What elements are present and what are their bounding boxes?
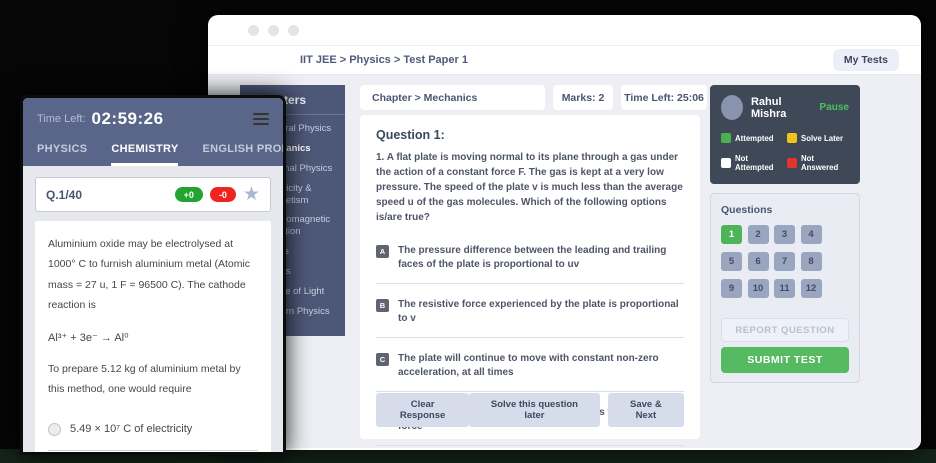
question-number-5[interactable]: 5 bbox=[721, 252, 742, 271]
question-number-3[interactable]: 3 bbox=[774, 225, 795, 244]
mobile-option-text-1: 5.49 × 10⁷ C of electricity bbox=[70, 423, 192, 435]
question-footer: Clear Response Solve this question later… bbox=[376, 393, 684, 427]
question-card: Question 1: 1. A flat plate is moving no… bbox=[360, 115, 700, 439]
legend-label: Not Answered bbox=[801, 154, 849, 172]
not-answered-swatch bbox=[787, 158, 797, 168]
solve-later-button[interactable]: Solve this question later bbox=[469, 393, 600, 427]
mobile-option-row-1[interactable]: 5.49 × 10⁷ C of electricity bbox=[48, 414, 258, 451]
clear-response-button[interactable]: Clear Response bbox=[376, 393, 469, 427]
questions-panel-title: Questions bbox=[721, 204, 849, 216]
option-text-c: The plate will continue to move with con… bbox=[398, 352, 684, 380]
legend-label: Solve Later bbox=[801, 134, 843, 143]
option-letter-c: C bbox=[376, 353, 389, 366]
tab-chemistry[interactable]: CHEMISTRY bbox=[111, 143, 178, 166]
mobile-question-text-2: To prepare 5.12 kg of aluminium metal by… bbox=[48, 359, 258, 400]
composite-background: IIT JEE > Physics > Test Paper 1 My Test… bbox=[0, 0, 936, 463]
legend-label: Not Attempted bbox=[735, 154, 783, 172]
question-number-11[interactable]: 11 bbox=[774, 279, 795, 298]
question-text: 1. A flat plate is moving normal to its … bbox=[376, 150, 684, 225]
legend-label: Attempted bbox=[735, 134, 774, 143]
tab-english-proficiency[interactable]: ENGLISH PROFICIENCY bbox=[202, 143, 286, 166]
window-dot-icon bbox=[268, 25, 279, 36]
breadcrumb[interactable]: IIT JEE > Physics > Test Paper 1 bbox=[300, 54, 468, 66]
option-row-a[interactable]: A The pressure difference between the le… bbox=[376, 238, 684, 284]
negative-marks-badge: -0 bbox=[210, 187, 236, 202]
option-text-a: The pressure difference between the lead… bbox=[398, 244, 684, 272]
report-question-button[interactable]: REPORT QUESTION bbox=[721, 318, 849, 342]
positive-marks-badge: +0 bbox=[175, 187, 203, 202]
mobile-options-list: 5.49 × 10⁷ C of electricity 5.49 × 10⁴ C… bbox=[48, 414, 258, 455]
solve-later-swatch bbox=[787, 133, 797, 143]
status-legend: Attempted Solve Later Not Attempted Not … bbox=[721, 133, 849, 172]
not-attempted-swatch bbox=[721, 158, 731, 168]
chapter-breadcrumb-bar: Chapter > Mechanics bbox=[360, 85, 545, 110]
option-letter-a: A bbox=[376, 245, 389, 258]
cathode-reaction-formula: Al³⁺ + 3e⁻ → Al⁰ bbox=[48, 331, 258, 344]
save-next-button[interactable]: Save & Next bbox=[608, 393, 684, 427]
mobile-question-card: Aluminium oxide may be electrolysed at 1… bbox=[35, 221, 271, 455]
option-row-b[interactable]: B The resistive force experienced by the… bbox=[376, 292, 684, 338]
mobile-question-text: Aluminium oxide may be electrolysed at 1… bbox=[48, 234, 258, 316]
question-number-4[interactable]: 4 bbox=[801, 225, 822, 244]
pause-button[interactable]: Pause bbox=[820, 102, 849, 113]
window-dot-icon bbox=[288, 25, 299, 36]
mobile-header: Time Left: 02:59:26 PHYSICS CHEMISTRY EN… bbox=[23, 98, 283, 166]
mobile-body: Q.1/40 +0 -0 ★ Aluminium oxide may be el… bbox=[23, 166, 283, 455]
option-letter-b: B bbox=[376, 299, 389, 312]
tab-physics[interactable]: PHYSICS bbox=[37, 143, 87, 166]
question-number-10[interactable]: 10 bbox=[748, 279, 769, 298]
option-text-b: The resistive force experienced by the p… bbox=[398, 298, 684, 326]
question-title: Question 1: bbox=[376, 128, 684, 142]
question-number-8[interactable]: 8 bbox=[801, 252, 822, 271]
user-name: Rahul Mishra bbox=[751, 96, 812, 120]
question-number-6[interactable]: 6 bbox=[748, 252, 769, 271]
marks-chip: Marks: 2 bbox=[553, 85, 613, 110]
user-card: Rahul Mishra Pause Attempted Solve Later… bbox=[710, 85, 860, 184]
attempted-swatch bbox=[721, 133, 731, 143]
breadcrumb-bar: IIT JEE > Physics > Test Paper 1 My Test… bbox=[208, 45, 921, 75]
option-row-c[interactable]: C The plate will continue to move with c… bbox=[376, 346, 684, 392]
my-tests-button[interactable]: My Tests bbox=[833, 49, 899, 71]
desktop-window: IIT JEE > Physics > Test Paper 1 My Test… bbox=[208, 15, 921, 450]
question-number-1[interactable]: 1 bbox=[721, 225, 742, 244]
window-dot-icon bbox=[248, 25, 259, 36]
question-number-7[interactable]: 7 bbox=[774, 252, 795, 271]
question-number-12[interactable]: 12 bbox=[801, 279, 822, 298]
mobile-question-bar: Q.1/40 +0 -0 ★ bbox=[35, 177, 271, 212]
hamburger-menu-icon[interactable] bbox=[253, 110, 269, 128]
avatar bbox=[721, 95, 743, 120]
window-titlebar bbox=[208, 15, 921, 45]
mobile-timer-value: 02:59:26 bbox=[92, 109, 164, 129]
question-number-grid: 1 2 3 4 5 6 7 8 9 10 11 12 bbox=[721, 225, 849, 306]
question-number-9[interactable]: 9 bbox=[721, 279, 742, 298]
submit-test-button[interactable]: SUBMIT TEST bbox=[721, 347, 849, 373]
subject-tabs: PHYSICS CHEMISTRY ENGLISH PROFICIENCY bbox=[23, 133, 283, 166]
question-number-2[interactable]: 2 bbox=[748, 225, 769, 244]
questions-panel: Questions 1 2 3 4 5 6 7 8 9 10 11 12 bbox=[710, 193, 860, 383]
mobile-window: Time Left: 02:59:26 PHYSICS CHEMISTRY EN… bbox=[20, 95, 286, 455]
time-left-chip: Time Left: 25:06 bbox=[621, 85, 707, 110]
bookmark-star-icon[interactable]: ★ bbox=[243, 185, 260, 204]
mobile-time-left-label: Time Left: bbox=[37, 113, 86, 125]
radio-icon[interactable] bbox=[48, 423, 61, 436]
mobile-question-number: Q.1/40 bbox=[46, 188, 82, 202]
test-content-area: Chapters General Physics Mechanics Therm… bbox=[208, 75, 921, 448]
right-panel: Rahul Mishra Pause Attempted Solve Later… bbox=[710, 85, 860, 383]
